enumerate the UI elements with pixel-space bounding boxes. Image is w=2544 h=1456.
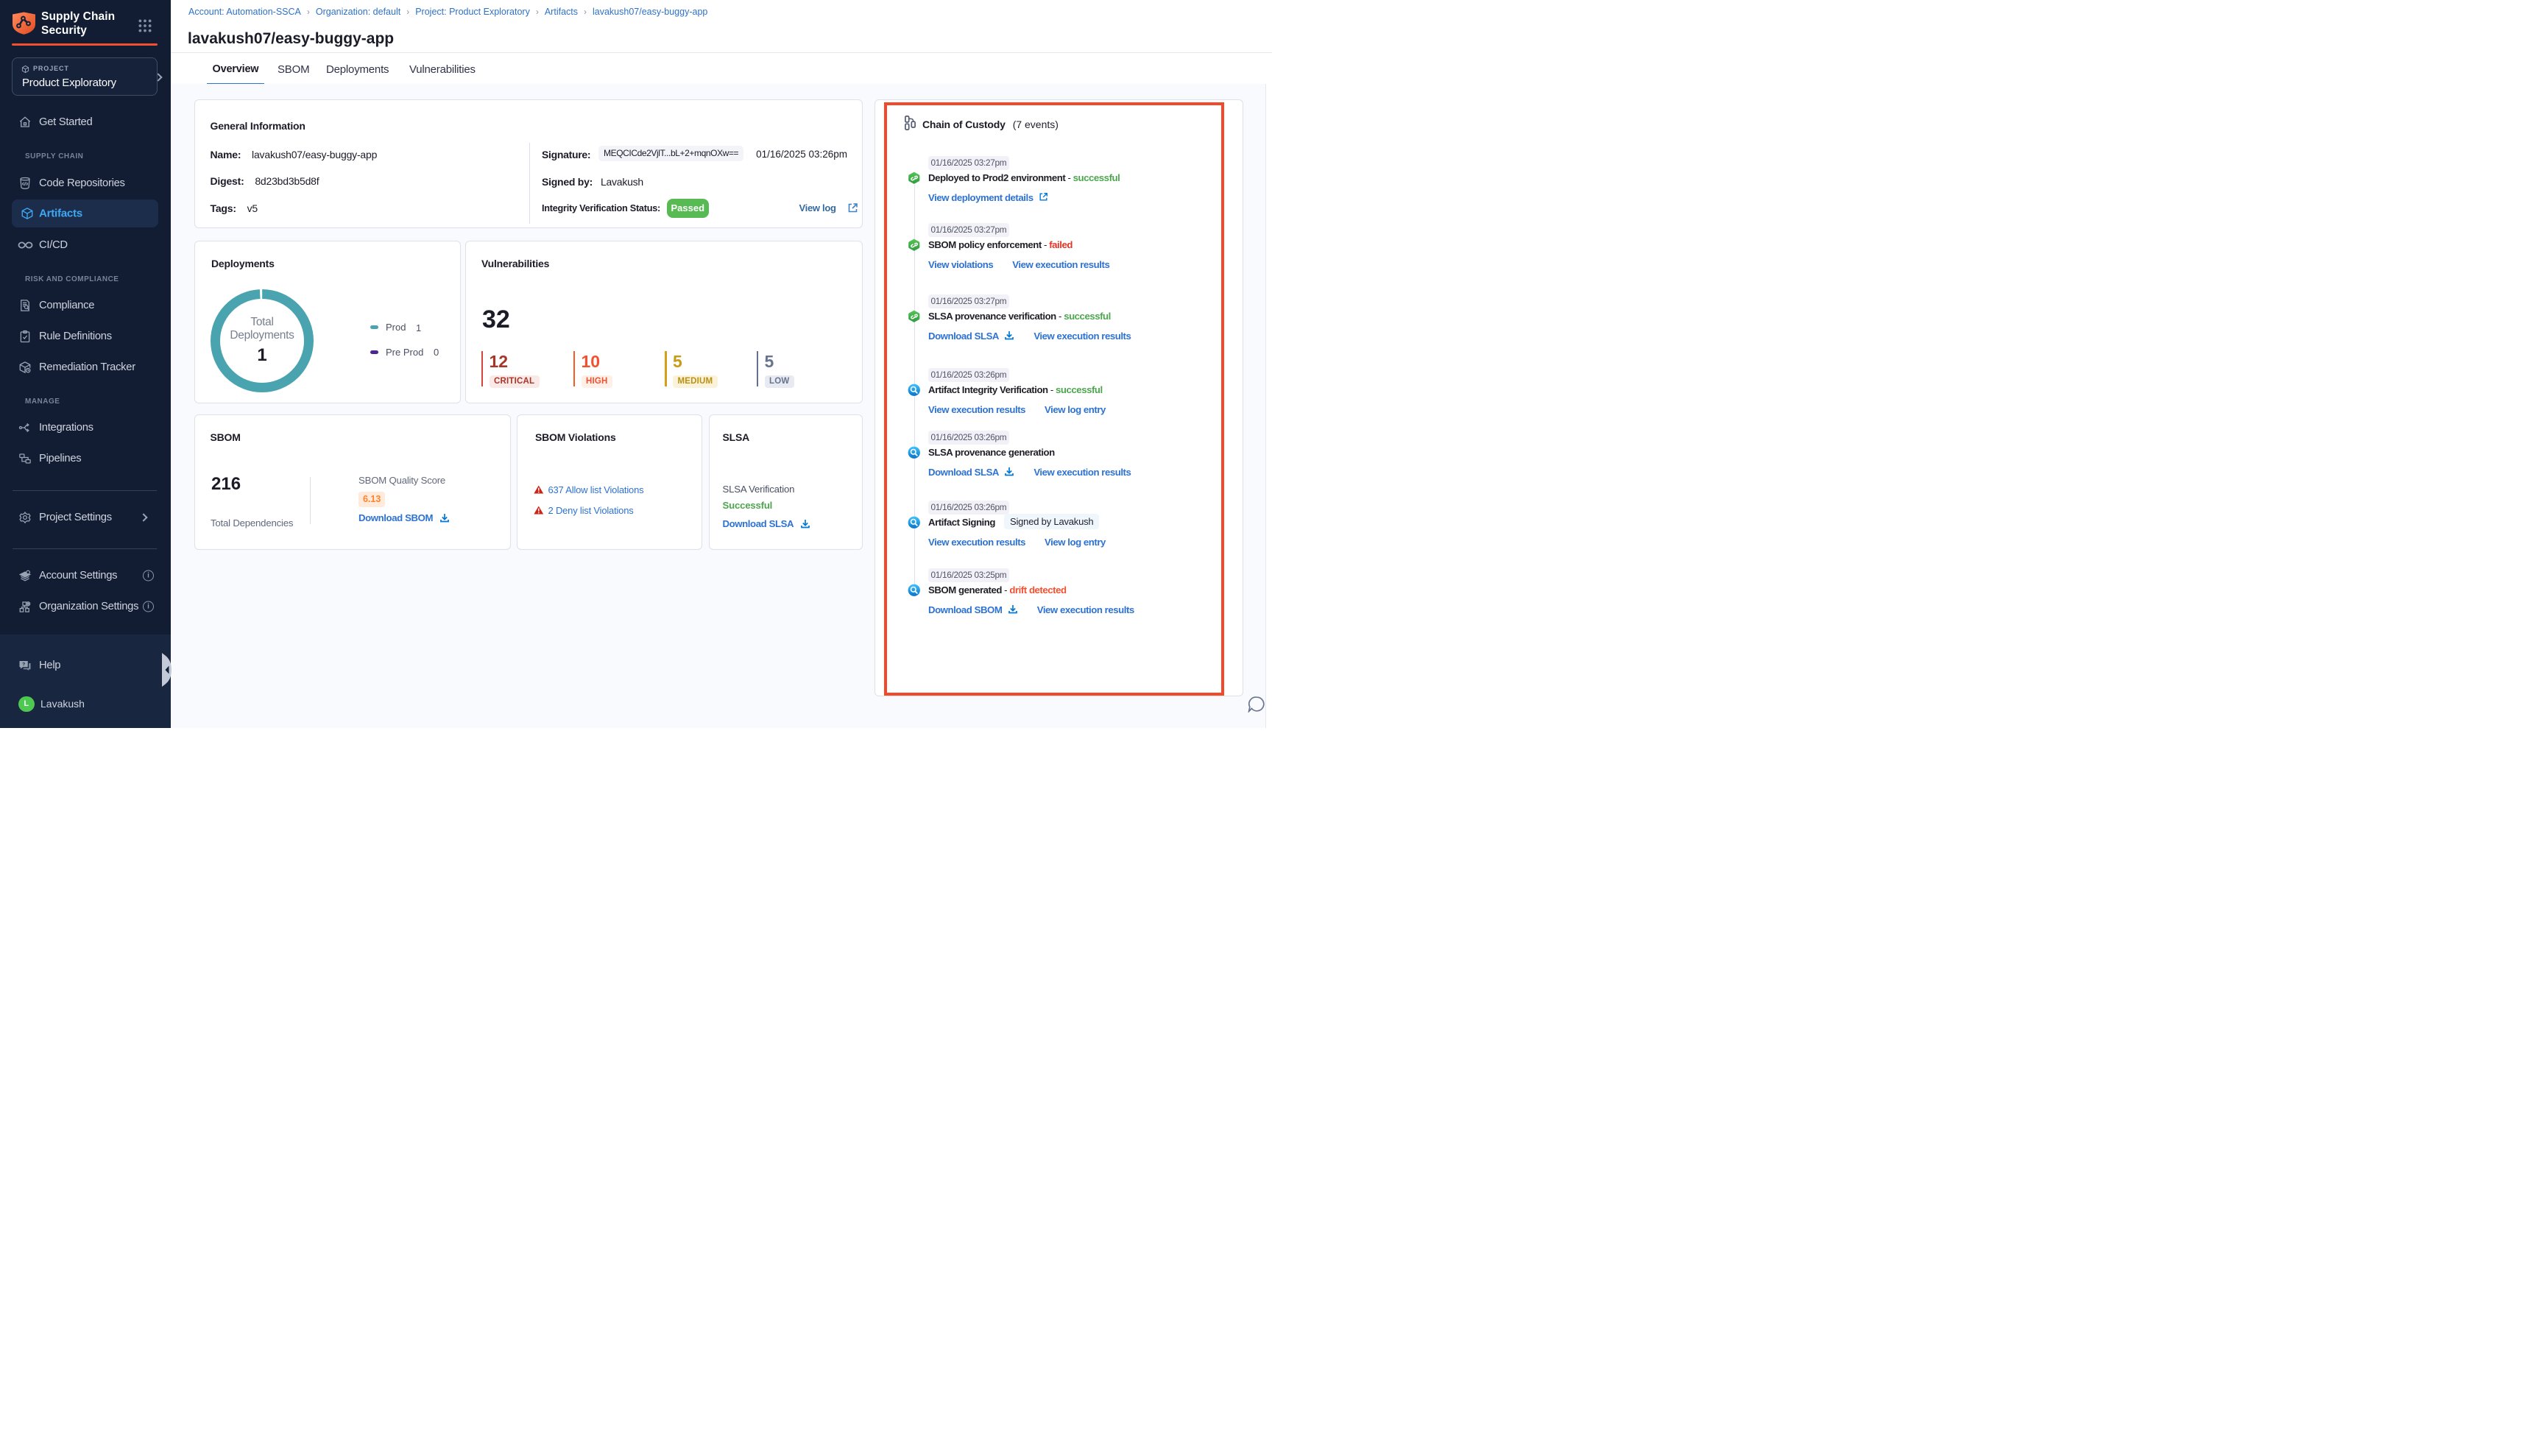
svg-text:?: ?: [22, 662, 25, 667]
